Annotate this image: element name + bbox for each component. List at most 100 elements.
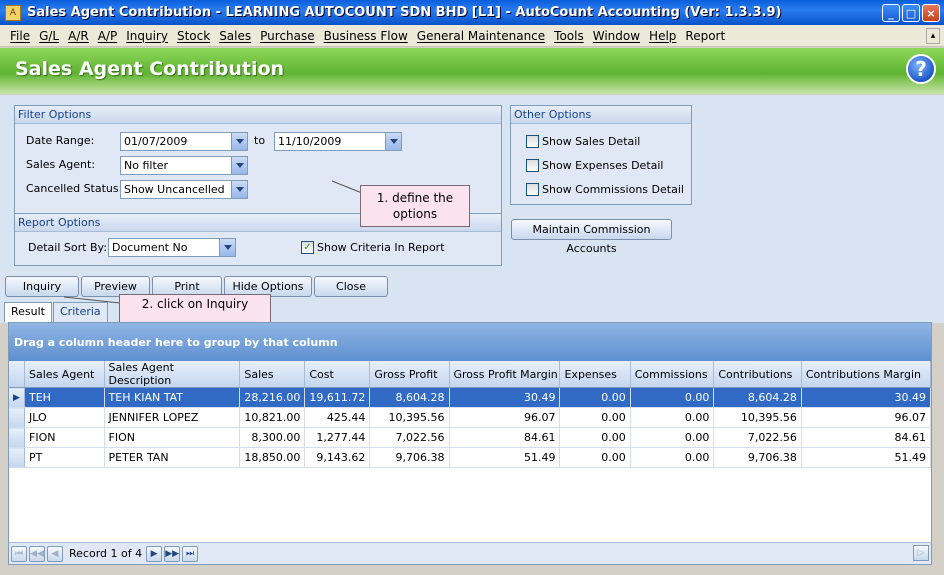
cell[interactable]: 19,611.72 — [304, 387, 371, 408]
menu-window[interactable]: Window — [593, 29, 640, 43]
cell[interactable]: 8,300.00 — [239, 427, 306, 448]
column-header[interactable]: Sales Agent Description — [104, 361, 241, 388]
cell[interactable]: 51.49 — [449, 447, 561, 468]
menu-gl[interactable]: G/L — [39, 29, 59, 43]
cell[interactable]: PETER TAN — [104, 447, 241, 468]
menu-help[interactable]: Help — [649, 29, 676, 43]
cell[interactable]: 9,706.38 — [713, 447, 802, 468]
previous-page-icon[interactable]: ◀◀ — [29, 545, 45, 562]
cell[interactable]: 96.07 — [449, 407, 561, 428]
cell[interactable]: 7,022.56 — [713, 427, 802, 448]
menu-report[interactable]: Report — [685, 29, 725, 43]
menu-tools[interactable]: Tools — [554, 29, 584, 43]
column-header[interactable]: Expenses — [559, 361, 631, 388]
cell[interactable]: JENNIFER LOPEZ — [104, 407, 241, 428]
cell[interactable]: JLO — [24, 407, 105, 428]
cell[interactable]: 18,850.00 — [239, 447, 306, 468]
checkbox-icon[interactable] — [526, 159, 539, 172]
mdi-restore-icon[interactable]: ▴ — [926, 28, 940, 44]
cell[interactable]: 425.44 — [304, 407, 371, 428]
detail-sort-select[interactable]: Document No — [108, 238, 236, 257]
cell[interactable]: 10,821.00 — [239, 407, 306, 428]
cell[interactable]: PT — [24, 447, 105, 468]
cell[interactable]: 8,604.28 — [369, 387, 450, 408]
menu-general-maintenance[interactable]: General Maintenance — [417, 29, 545, 43]
cell[interactable]: 0.00 — [630, 387, 715, 408]
scroll-right-icon[interactable]: ▷ — [913, 545, 929, 561]
menu-inquiry[interactable]: Inquiry — [126, 29, 168, 43]
cell[interactable]: FION — [24, 427, 105, 448]
column-header[interactable]: Commissions — [630, 361, 715, 388]
cell[interactable]: 10,395.56 — [713, 407, 802, 428]
cancelled-status-select[interactable]: Show Uncancelled — [120, 180, 248, 199]
column-header[interactable]: Sales Agent — [24, 361, 105, 388]
cell[interactable]: 0.00 — [630, 447, 715, 468]
cell[interactable]: 0.00 — [559, 447, 631, 468]
show-criteria-checkbox[interactable]: ✓ Show Criteria In Report — [301, 241, 445, 254]
menu-business-flow[interactable]: Business Flow — [324, 29, 408, 43]
next-page-icon[interactable]: ▶▶ — [164, 545, 181, 562]
help-icon[interactable]: ? — [906, 54, 936, 84]
previous-record-icon[interactable]: ◀ — [47, 545, 63, 562]
last-record-icon[interactable]: ⏭ — [182, 545, 199, 562]
cell[interactable]: 9,706.38 — [369, 447, 450, 468]
cell[interactable]: FION — [104, 427, 241, 448]
date-from-field[interactable]: 01/07/2009 — [120, 132, 248, 151]
maximize-button[interactable]: □ — [902, 4, 920, 22]
cell[interactable]: TEH KIAN TAT — [104, 387, 241, 408]
cell[interactable]: 0.00 — [559, 427, 631, 448]
checkbox-icon[interactable] — [526, 135, 539, 148]
group-by-panel[interactable]: Drag a column header here to group by th… — [9, 323, 931, 361]
chevron-down-icon[interactable] — [385, 133, 401, 150]
chevron-down-icon[interactable] — [231, 181, 247, 198]
show-sales-detail-checkbox[interactable]: Show Sales Detail — [526, 135, 640, 148]
cell[interactable]: 51.49 — [801, 447, 932, 468]
menu-purchase[interactable]: Purchase — [260, 29, 315, 43]
show-commissions-detail-checkbox[interactable]: Show Commissions Detail — [526, 183, 684, 196]
table-row[interactable]: JLO JENNIFER LOPEZ 10,821.00 425.44 10,3… — [9, 407, 932, 428]
chevron-down-icon[interactable] — [219, 239, 235, 256]
cell[interactable]: 0.00 — [559, 407, 631, 428]
table-row[interactable]: PT PETER TAN 18,850.00 9,143.62 9,706.38… — [9, 447, 932, 468]
cell[interactable]: 0.00 — [559, 387, 631, 408]
close-window-button[interactable]: × — [922, 4, 940, 22]
column-header[interactable]: Contributions — [713, 361, 802, 388]
chevron-down-icon[interactable] — [231, 133, 247, 150]
cell[interactable]: 0.00 — [630, 407, 715, 428]
column-header[interactable]: Cost — [304, 361, 371, 388]
next-record-icon[interactable]: ▶ — [146, 545, 163, 562]
chevron-down-icon[interactable] — [231, 157, 247, 174]
tab-result[interactable]: Result — [4, 302, 52, 322]
column-header[interactable]: Gross Profit — [369, 361, 450, 388]
cell[interactable]: 28,216.00 — [239, 387, 306, 408]
cell[interactable]: 1,277.44 — [304, 427, 371, 448]
first-record-icon[interactable]: ⏮ — [11, 545, 27, 562]
menu-sales[interactable]: Sales — [219, 29, 251, 43]
checkbox-icon[interactable] — [526, 183, 539, 196]
cell[interactable]: 30.49 — [449, 387, 561, 408]
cell[interactable]: 10,395.56 — [369, 407, 450, 428]
menu-ap[interactable]: A/P — [98, 29, 118, 43]
sales-agent-select[interactable]: No filter — [120, 156, 248, 175]
cell[interactable]: 9,143.62 — [304, 447, 371, 468]
menu-file[interactable]: File — [10, 29, 30, 43]
table-row[interactable]: FION FION 8,300.00 1,277.44 7,022.56 84.… — [9, 427, 932, 448]
cell[interactable]: 7,022.56 — [369, 427, 450, 448]
column-header[interactable]: Contributions Margin — [801, 361, 932, 388]
show-expenses-detail-checkbox[interactable]: Show Expenses Detail — [526, 159, 664, 172]
menu-ar[interactable]: A/R — [68, 29, 89, 43]
close-button[interactable]: Close — [314, 276, 388, 297]
tab-criteria[interactable]: Criteria — [53, 302, 108, 322]
checkmark-icon[interactable]: ✓ — [301, 241, 314, 254]
table-row[interactable]: ▶ TEH TEH KIAN TAT 28,216.00 19,611.72 8… — [9, 387, 932, 408]
cell[interactable]: TEH — [24, 387, 105, 408]
cell[interactable]: 0.00 — [630, 427, 715, 448]
maintain-commission-accounts-button[interactable]: Maintain Commission Accounts — [511, 219, 672, 255]
cell[interactable]: 8,604.28 — [713, 387, 802, 408]
cell[interactable]: 30.49 — [801, 387, 932, 408]
cell[interactable]: 96.07 — [801, 407, 932, 428]
column-header[interactable]: Sales — [239, 361, 306, 388]
cell[interactable]: 84.61 — [449, 427, 561, 448]
cell[interactable]: 84.61 — [801, 427, 932, 448]
date-to-field[interactable]: 11/10/2009 — [274, 132, 402, 151]
